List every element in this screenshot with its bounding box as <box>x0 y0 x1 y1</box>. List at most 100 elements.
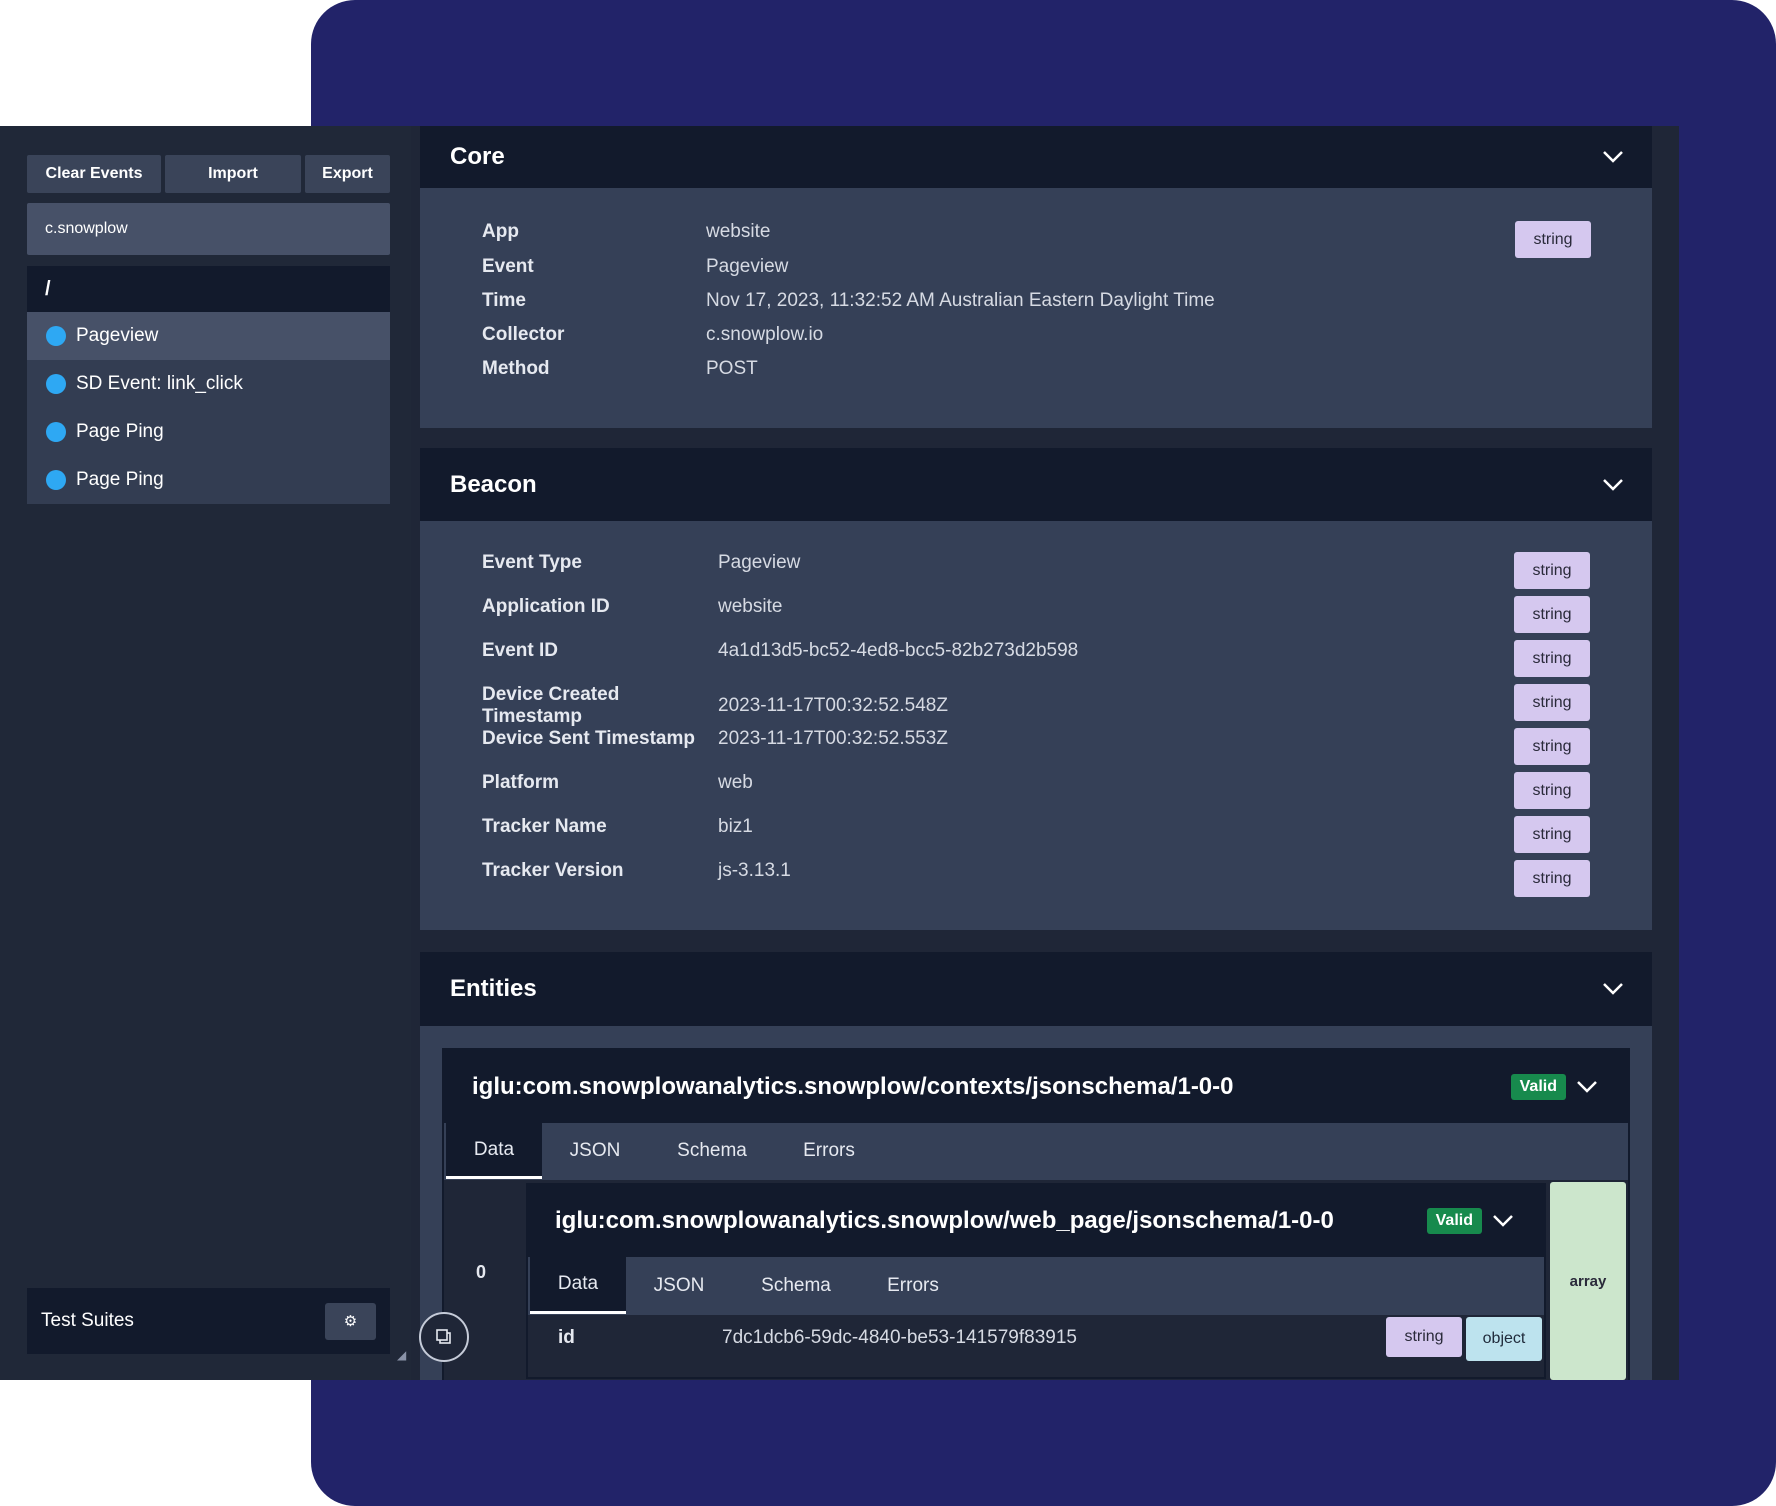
entities-panel-header[interactable]: Entities <box>420 952 1652 1026</box>
schema-status: Valid <box>1426 1208 1514 1234</box>
type-tag: string <box>1514 816 1590 853</box>
resize-handle-icon[interactable]: ◢ <box>397 1348 406 1362</box>
filter-input[interactable] <box>27 203 390 255</box>
field-key: Device Created Timestamp <box>482 684 620 727</box>
chevron-down-icon[interactable] <box>1492 1214 1514 1228</box>
field-key: Event Type <box>482 552 582 573</box>
chevron-down-icon[interactable] <box>1602 978 1624 1000</box>
type-tag: string <box>1514 772 1590 809</box>
import-button[interactable]: Import <box>165 155 301 193</box>
chevron-down-icon[interactable] <box>1576 1080 1598 1094</box>
core-row-time: Time Nov 17, 2023, 11:32:52 AM Australia… <box>482 290 1590 312</box>
tab-json[interactable]: JSON <box>626 1257 732 1314</box>
test-suites-bar: Test Suites ⚙ <box>27 1288 390 1354</box>
snowplow-inspector-app: Clear Events Import Export / Pageview SD… <box>0 126 1679 1380</box>
event-group-header[interactable]: / <box>27 266 390 312</box>
clear-events-button[interactable]: Clear Events <box>27 155 161 193</box>
type-tag: string <box>1514 552 1590 589</box>
tab-errors[interactable]: Errors <box>776 1123 882 1179</box>
tab-json[interactable]: JSON <box>542 1123 648 1179</box>
schema-title: iglu:com.snowplowanalytics.snowplow/web_… <box>555 1207 1334 1234</box>
field-value: website <box>718 596 783 617</box>
core-panel: Core App website string Event Pageview T… <box>420 126 1652 428</box>
field-value: Nov 17, 2023, 11:32:52 AM Australian Eas… <box>706 290 1215 311</box>
beacon-row: Event Type Pageview <box>482 552 1590 574</box>
sidebar: Clear Events Import Export / Pageview SD… <box>0 126 411 1380</box>
export-button[interactable]: Export <box>305 155 390 193</box>
beacon-row: Tracker Name biz1 <box>482 816 1590 838</box>
schema-title: iglu:com.snowplowanalytics.snowplow/cont… <box>472 1072 1234 1100</box>
core-panel-header[interactable]: Core <box>420 126 1652 188</box>
panel-title: Beacon <box>450 470 537 498</box>
field-value: biz1 <box>718 816 753 837</box>
beacon-panel-header[interactable]: Beacon <box>420 448 1652 521</box>
field-value: 2023-11-17T00:32:52.553Z <box>718 728 948 749</box>
array-tag: array <box>1550 1182 1626 1380</box>
outer-entity: iglu:com.snowplowanalytics.snowplow/cont… <box>442 1048 1630 1380</box>
valid-badge: Valid <box>1510 1073 1566 1100</box>
event-dot-icon <box>46 326 66 346</box>
toolbar: Clear Events Import Export <box>27 155 390 193</box>
tab-data[interactable]: Data <box>530 1257 626 1314</box>
test-suites-label: Test Suites <box>41 1310 134 1331</box>
copy-button[interactable] <box>419 1312 469 1362</box>
inner-entity: iglu:com.snowplowanalytics.snowplow/web_… <box>526 1183 1546 1379</box>
list-item[interactable]: Page Ping <box>27 408 390 456</box>
event-detail: Core App website string Event Pageview T… <box>419 126 1652 1380</box>
inner-tabs: Data JSON Schema Errors <box>530 1257 966 1314</box>
outer-tabs: Data JSON Schema Errors <box>446 1123 882 1179</box>
field-value: POST <box>706 358 758 379</box>
inner-data-row: id 7dc1dcb6-59dc-4840-be53-141579f83915 … <box>528 1315 1544 1377</box>
beacon-row: Device Sent Timestamp 2023-11-17T00:32:5… <box>482 728 1590 750</box>
core-row-collector: Collector c.snowplow.io <box>482 324 1590 346</box>
field-value: web <box>718 772 753 793</box>
event-label: SD Event: link_click <box>76 373 243 394</box>
outer-schema-header[interactable]: iglu:com.snowplowanalytics.snowplow/cont… <box>444 1050 1628 1123</box>
type-tag: string <box>1514 728 1590 765</box>
chevron-down-icon[interactable] <box>1602 146 1624 168</box>
field-key: Collector <box>482 324 565 345</box>
inner-schema-header[interactable]: iglu:com.snowplowanalytics.snowplow/web_… <box>528 1185 1544 1257</box>
beacon-row: Application ID website <box>482 596 1590 618</box>
settings-button[interactable]: ⚙ <box>325 1302 376 1340</box>
event-label: Page Ping <box>76 469 164 490</box>
tab-errors[interactable]: Errors <box>860 1257 966 1314</box>
type-tag: string <box>1514 684 1590 721</box>
list-item[interactable]: Pageview <box>27 312 390 360</box>
schema-status: Valid <box>1510 1073 1598 1100</box>
beacon-row: Event ID 4a1d13d5-bc52-4ed8-bcc5-82b273d… <box>482 640 1590 662</box>
field-key: Tracker Name <box>482 816 607 837</box>
field-value: 2023-11-17T00:32:52.548Z <box>718 695 948 716</box>
field-value: Pageview <box>718 552 801 573</box>
field-key: Time <box>482 290 527 311</box>
panel-title: Core <box>450 143 505 170</box>
array-index: 0 <box>476 1262 487 1282</box>
field-value: 4a1d13d5-bc52-4ed8-bcc5-82b273d2b598 <box>718 640 1079 661</box>
valid-badge: Valid <box>1426 1208 1482 1234</box>
beacon-row: Tracker Version js-3.13.1 <box>482 860 1590 882</box>
tab-schema[interactable]: Schema <box>732 1257 860 1314</box>
type-tag: string <box>1514 640 1590 677</box>
field-key: Event <box>482 256 534 277</box>
event-label: Pageview <box>76 325 159 346</box>
event-list: / Pageview SD Event: link_click Page Pin… <box>27 266 390 504</box>
gear-icon: ⚙ <box>343 1313 358 1330</box>
event-dot-icon <box>46 470 66 490</box>
field-key: Tracker Version <box>482 860 624 881</box>
list-item[interactable]: SD Event: link_click <box>27 360 390 408</box>
tab-schema[interactable]: Schema <box>648 1123 776 1179</box>
field-key: id <box>558 1327 575 1348</box>
field-key: Device Sent Timestamp <box>482 728 695 749</box>
tab-data[interactable]: Data <box>446 1123 542 1179</box>
core-row-event: Event Pageview <box>482 256 1590 278</box>
field-value: c.snowplow.io <box>706 324 824 345</box>
list-item[interactable]: Page Ping <box>27 456 390 504</box>
field-key: Event ID <box>482 640 559 661</box>
chevron-down-icon[interactable] <box>1602 474 1624 496</box>
field-value: 7dc1dcb6-59dc-4840-be53-141579f83915 <box>722 1327 1077 1348</box>
field-key: Method <box>482 358 550 379</box>
type-tag: string <box>1386 1317 1462 1357</box>
panel-title: Entities <box>450 975 537 1002</box>
copy-icon <box>436 1329 451 1344</box>
type-tag: string <box>1514 596 1590 633</box>
